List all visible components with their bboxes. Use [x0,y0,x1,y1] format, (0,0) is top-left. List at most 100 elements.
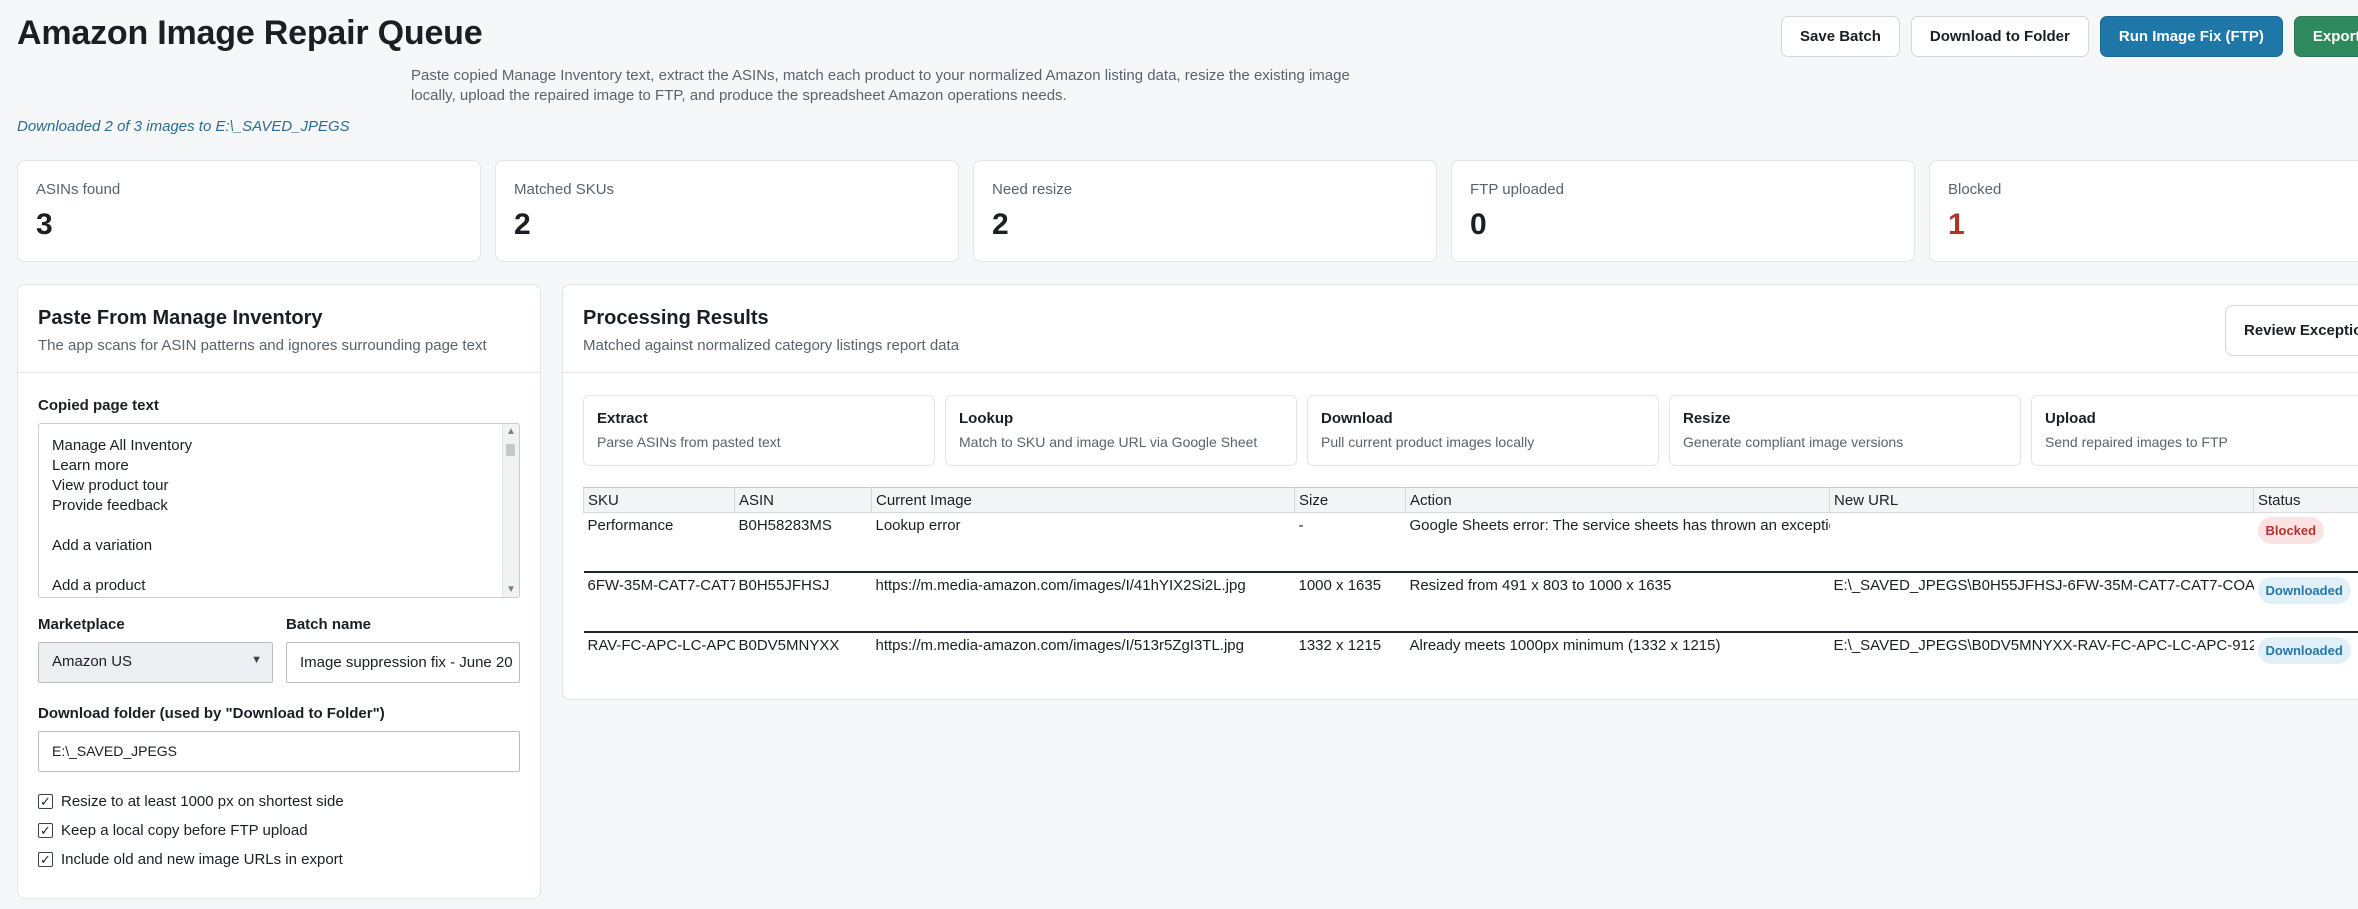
download-to-folder-button[interactable]: Download to Folder [1910,16,2089,57]
page-title: Amazon Image Repair Queue [17,14,483,52]
scroll-thumb[interactable] [506,444,515,456]
text-line [52,556,506,576]
textarea-scrollbar[interactable]: ▲ ▼ [502,424,519,597]
text-line: View product tour [52,477,169,494]
cell-status: Blocked [2253,512,2358,573]
run-image-fix-button[interactable]: Run Image Fix (FTP) [2099,16,2283,57]
column-header-new-url[interactable]: New URL [1829,487,2254,513]
status-badge: Downloaded [2257,577,2351,604]
status-message: Downloaded 2 of 3 images to E:\_SAVED_JP… [17,118,350,135]
cell-asin: B0H58283MS [734,512,872,573]
checkbox[interactable]: ✓ [38,852,53,867]
step-resize: Resize Generate compliant image versions [1669,395,2021,466]
cell-asin: B0DV5MNYXX [734,632,872,682]
column-header-asin[interactable]: ASIN [734,487,872,513]
column-header-size[interactable]: Size [1294,487,1406,513]
column-header-action[interactable]: Action [1405,487,1830,513]
stat-value: 2 [992,208,1009,241]
chevron-down-icon: ▼ [251,654,262,666]
textarea-label: Copied page text [38,397,159,414]
stats-row: ASINs found 3 Matched SKUs 2 Need resize… [17,160,2358,262]
option-include-urls[interactable]: ✓ Include old and new image URLs in expo… [38,851,343,868]
scroll-down-icon[interactable]: ▼ [506,584,516,595]
column-header-current-image[interactable]: Current Image [871,487,1295,513]
column-header-status[interactable]: Status [2253,487,2358,513]
export-button[interactable]: Export [2293,16,2358,57]
stat-card-matched: Matched SKUs 2 [495,160,959,262]
table-row[interactable]: RAV-FC-APC-LC-APC-9125-SX B0DV5MNYXX htt… [583,632,2358,682]
step-desc: Generate compliant image versions [1683,434,1904,450]
paste-panel-subtitle: The app scans for ASIN patterns and igno… [38,337,487,354]
step-extract: Extract Parse ASINs from pasted text [583,395,935,466]
batch-name-input[interactable]: Image suppression fix - June 20 [286,642,520,683]
header-actions: Save Batch Download to Folder Run Image … [1781,16,2358,57]
paste-panel-header: Paste From Manage Inventory The app scan… [18,285,540,373]
text-line: Add a product [52,577,146,594]
stat-value: 2 [514,208,531,241]
results-subtitle: Matched against normalized category list… [583,337,960,354]
step-download: Download Pull current product images loc… [1307,395,1659,466]
save-batch-button[interactable]: Save Batch [1781,16,1900,57]
stat-label: Matched SKUs [514,181,615,198]
cell-size: 1000 x 1635 [1294,572,1406,633]
column-header-sku[interactable]: SKU [583,487,735,513]
stat-label: ASINs found [36,181,121,198]
batch-label: Batch name [286,616,372,633]
results-panel-header: Processing Results Matched against norma… [563,285,2358,373]
text-line: Learn more [52,457,129,474]
stat-label: Blocked [1948,181,2002,198]
table-row[interactable]: Performance B0H58283MS Lookup error - Go… [583,512,2358,573]
cell-current-image: Lookup error [871,512,1295,573]
table-row[interactable]: 6FW-35M-CAT7-CAT7-COAX-HD B0H55JFHSJ htt… [583,572,2358,633]
folder-label: Download folder (used by "Download to Fo… [38,705,385,722]
download-folder-input[interactable]: E:\_SAVED_JPEGS [38,731,520,772]
text-line: Add a variation [52,537,153,554]
stat-value: 1 [1948,208,1965,241]
cell-status: Downloaded [2253,572,2358,633]
option-label: Resize to at least 1000 px on shortest s… [61,793,344,810]
results-table: SKU ASIN Current Image Size Action New U… [583,487,2358,682]
paste-panel-title: Paste From Manage Inventory [38,307,323,329]
cell-asin: B0H55JFHSJ [734,572,872,633]
results-title: Processing Results [583,307,769,329]
paste-panel: Paste From Manage Inventory The app scan… [17,284,541,899]
cell-sku: Performance [583,512,735,573]
option-resize[interactable]: ✓ Resize to at least 1000 px on shortest… [38,793,344,810]
checkbox[interactable]: ✓ [38,794,53,809]
status-badge: Downloaded [2257,637,2351,664]
cell-new-url: E:\_SAVED_JPEGS\B0DV5MNYXX-RAV-FC-APC-LC… [1829,632,2254,682]
stat-value: 0 [1470,208,1487,241]
status-badge: Blocked [2257,517,2325,544]
step-title: Upload [2045,410,2096,427]
option-local-copy[interactable]: ✓ Keep a local copy before FTP upload [38,822,308,839]
stat-value: 3 [36,208,53,241]
scroll-up-icon[interactable]: ▲ [506,426,516,437]
option-label: Keep a local copy before FTP upload [61,822,308,839]
step-desc: Parse ASINs from pasted text [597,434,781,450]
stat-card-ftp: FTP uploaded 0 [1451,160,1915,262]
cell-action: Resized from 491 x 803 to 1000 x 1635 [1405,572,1830,633]
results-table-wrapper[interactable]: SKU ASIN Current Image Size Action New U… [583,487,2358,682]
checkbox[interactable]: ✓ [38,823,53,838]
stat-label: Need resize [992,181,1073,198]
cell-status: Downloaded [2253,632,2358,682]
cell-sku: 6FW-35M-CAT7-CAT7-COAX-HD [583,572,735,633]
cell-action: Already meets 1000px minimum (1332 x 121… [1405,632,1830,682]
step-title: Lookup [959,410,1014,427]
step-title: Resize [1683,410,1731,427]
review-exceptions-button[interactable]: Review Exceptions [2225,305,2358,356]
results-panel: Processing Results Matched against norma… [562,284,2358,700]
option-label: Include old and new image URLs in export [61,851,343,868]
step-upload: Upload Send repaired images to FTP [2031,395,2358,466]
text-line [52,516,506,536]
cell-sku: RAV-FC-APC-LC-APC-9125-SX [583,632,735,682]
cell-current-image[interactable]: https://m.media-amazon.com/images/I/513r… [871,632,1295,682]
copied-text-area[interactable]: Manage All Inventory Learn more View pro… [38,423,520,598]
table-header-row: SKU ASIN Current Image Size Action New U… [583,487,2358,513]
cell-current-image[interactable]: https://m.media-amazon.com/images/I/41hY… [871,572,1295,633]
cell-size: - [1294,512,1406,573]
step-desc: Pull current product images locally [1321,434,1535,450]
stat-card-blocked: Blocked 1 [1929,160,2358,262]
step-title: Extract [597,410,648,427]
marketplace-select[interactable]: Amazon US ▼ [38,642,273,683]
